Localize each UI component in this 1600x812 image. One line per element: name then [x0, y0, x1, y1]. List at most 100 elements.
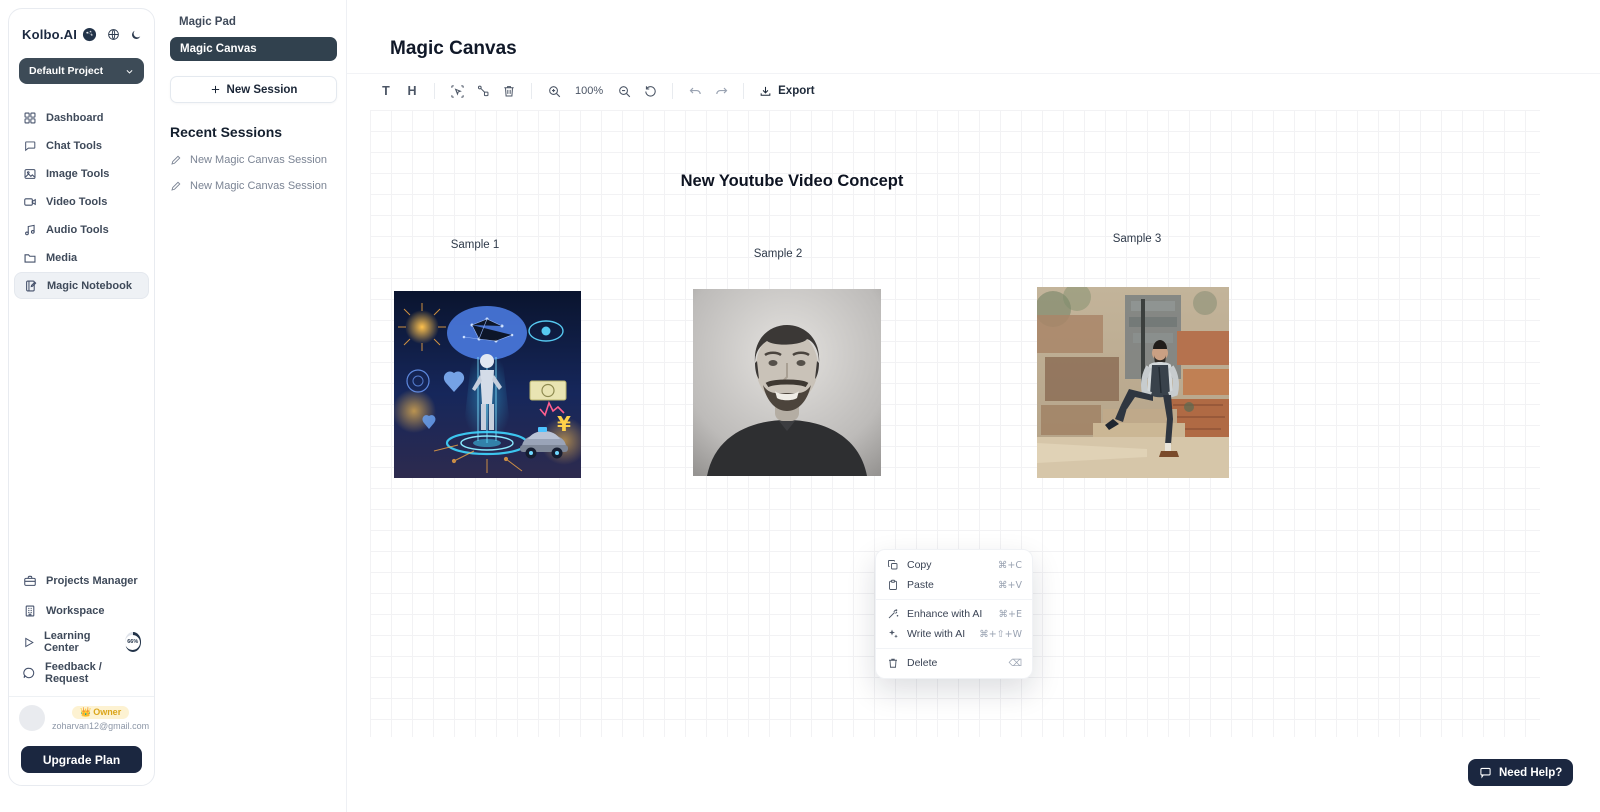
pencil-icon — [170, 180, 182, 192]
tab-magic-pad[interactable]: Magic Pad — [155, 0, 346, 28]
select-tool-button[interactable] — [446, 80, 468, 102]
context-menu-item-delete[interactable]: Delete ⌫ — [876, 653, 1032, 673]
sparkles-icon — [886, 628, 899, 640]
text-tool-button[interactable]: T — [375, 80, 397, 102]
sidebar-nav: Dashboard Chat Tools Image Tools Video T… — [9, 104, 154, 299]
feedback-icon — [22, 666, 36, 680]
sidebar-item-workspace[interactable]: Workspace — [14, 596, 149, 626]
notebook-icon — [23, 279, 38, 293]
sidebar-item-label: Projects Manager — [46, 575, 138, 587]
sidebar-item-label: Image Tools — [46, 168, 109, 180]
wand-icon — [886, 608, 899, 620]
project-selector[interactable]: Default Project — [19, 58, 144, 84]
new-session-button[interactable]: New Session — [170, 76, 337, 103]
language-globe-icon[interactable] — [107, 28, 120, 41]
context-menu-divider — [876, 648, 1032, 649]
shortcut-label: ⌘+V — [998, 580, 1022, 591]
connector-tool-button[interactable] — [472, 80, 494, 102]
context-menu-item-paste[interactable]: Paste ⌘+V — [876, 575, 1032, 595]
sidebar-item-label: Media — [46, 252, 77, 264]
svg-text:¥: ¥ — [557, 412, 571, 436]
sidebar: Kolbo.AI Default Project Dashboard Chat … — [8, 8, 155, 786]
toolbar-divider — [743, 83, 744, 99]
session-list-item[interactable]: New Magic Canvas Session — [170, 180, 346, 192]
paste-icon — [886, 579, 899, 591]
sample-1-label[interactable]: Sample 1 — [451, 239, 500, 251]
heading-tool-button[interactable]: H — [401, 80, 423, 102]
context-menu-item-enhance-with-ai[interactable]: Enhance with AI ⌘+E — [876, 604, 1032, 624]
avatar — [19, 705, 45, 731]
page-title: Magic Canvas — [390, 38, 517, 60]
canvas-heading[interactable]: New Youtube Video Concept — [681, 172, 904, 191]
sidebar-item-projects-manager[interactable]: Projects Manager — [14, 566, 149, 596]
sample-2-image[interactable] — [693, 289, 881, 476]
context-menu-divider — [876, 599, 1032, 600]
tab-magic-canvas[interactable]: Magic Canvas — [170, 37, 337, 61]
shortcut-label: ⌘+C — [998, 560, 1022, 571]
brand-head-icon — [82, 27, 97, 42]
play-icon — [22, 636, 35, 649]
sidebar-item-label: Learning Center — [44, 630, 114, 654]
brand-logo: Kolbo.AI — [22, 27, 77, 42]
sidebar-item-label: Audio Tools — [46, 224, 109, 236]
shortcut-label: ⌘+⇧+W — [979, 629, 1022, 640]
sidebar-item-label: Video Tools — [46, 196, 107, 208]
sample-2-label[interactable]: Sample 2 — [754, 248, 803, 260]
download-icon — [759, 85, 772, 98]
sidebar-item-audio-tools[interactable]: Audio Tools — [14, 216, 149, 243]
pencil-icon — [170, 154, 182, 166]
role-badge: 👑Owner — [72, 706, 129, 719]
sidebar-item-label: Dashboard — [46, 112, 103, 124]
sidebar-item-dashboard[interactable]: Dashboard — [14, 104, 149, 131]
crown-icon: 👑 — [80, 707, 91, 718]
sidebar-item-label: Chat Tools — [46, 140, 102, 152]
session-list-item[interactable]: New Magic Canvas Session — [170, 154, 346, 166]
canvas-toolbar: T H 100% Export — [347, 73, 1600, 108]
sidebar-item-feedback[interactable]: Feedback / Request — [14, 658, 149, 688]
video-icon — [22, 195, 37, 209]
context-menu-item-write-with-ai[interactable]: Write with AI ⌘+⇧+W — [876, 624, 1032, 644]
upgrade-plan-button[interactable]: Upgrade Plan — [21, 746, 142, 773]
export-button[interactable]: Export — [755, 85, 818, 98]
copy-icon — [886, 559, 899, 571]
undo-button[interactable] — [684, 80, 706, 102]
sidebar-item-label: Feedback / Request — [45, 661, 141, 685]
dark-mode-moon-icon[interactable] — [130, 29, 142, 41]
redo-button[interactable] — [710, 80, 732, 102]
sample-3-image[interactable] — [1037, 287, 1229, 478]
help-chat-icon — [1479, 766, 1492, 779]
zoom-in-button[interactable] — [543, 80, 565, 102]
chat-icon — [22, 139, 37, 153]
context-menu-item-copy[interactable]: Copy ⌘+C — [876, 555, 1032, 575]
shortcut-label: ⌫ — [1009, 658, 1022, 669]
sidebar-item-video-tools[interactable]: Video Tools — [14, 188, 149, 215]
media-icon — [22, 251, 37, 265]
account-email: zoharvan12@gmail.com — [52, 721, 149, 731]
shortcut-label: ⌘+E — [999, 609, 1022, 620]
sidebar-item-label: Workspace — [46, 605, 105, 617]
toolbar-divider — [672, 83, 673, 99]
sidebar-item-learning-center[interactable]: Learning Center 66% — [14, 626, 149, 658]
sidebar-item-chat-tools[interactable]: Chat Tools — [14, 132, 149, 159]
toolbar-divider — [434, 83, 435, 99]
audio-icon — [22, 223, 37, 237]
building-icon — [22, 604, 37, 618]
sample-3-label[interactable]: Sample 3 — [1113, 233, 1162, 245]
sessions-panel: Magic Pad Magic Canvas New Session Recen… — [155, 0, 347, 812]
zoom-level-value[interactable]: 100% — [569, 85, 609, 97]
sidebar-item-image-tools[interactable]: Image Tools — [14, 160, 149, 187]
sidebar-item-media[interactable]: Media — [14, 244, 149, 271]
image-icon — [22, 167, 37, 181]
zoom-out-button[interactable] — [613, 80, 635, 102]
delete-tool-button[interactable] — [498, 80, 520, 102]
context-menu: Copy ⌘+C Paste ⌘+V Enhance with AI ⌘+E W… — [875, 549, 1033, 679]
account-menu[interactable]: 👑Owner zoharvan12@gmail.com ⌃ — [9, 696, 154, 737]
trash-icon — [886, 657, 899, 669]
reset-view-button[interactable] — [639, 80, 661, 102]
need-help-button[interactable]: Need Help? — [1468, 759, 1573, 786]
sidebar-item-label: Magic Notebook — [47, 280, 132, 292]
sample-1-image[interactable]: ¥ — [394, 291, 581, 478]
sidebar-item-magic-notebook[interactable]: Magic Notebook — [14, 272, 149, 299]
plus-icon — [210, 84, 221, 95]
progress-ring-badge: 66% — [125, 632, 141, 652]
